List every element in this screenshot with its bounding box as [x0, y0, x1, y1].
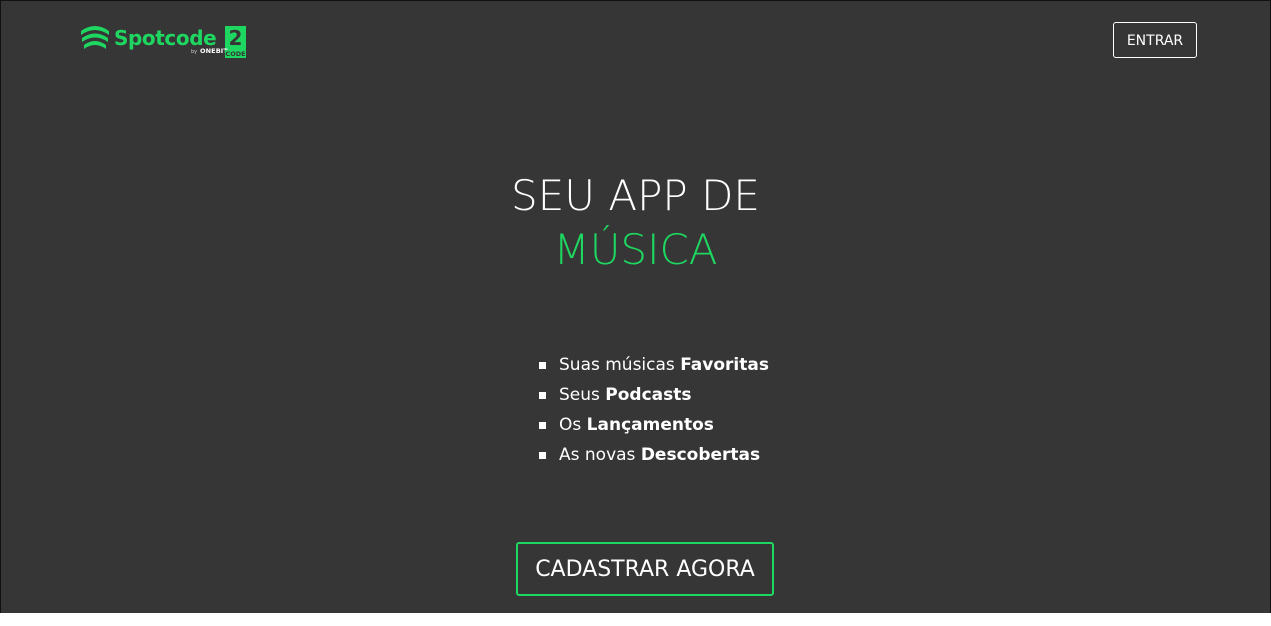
feature-item: Suas músicas Favoritas: [539, 350, 769, 380]
logo-onebit: ONEBIT: [200, 47, 228, 55]
feature-item: As novas Descobertas: [539, 440, 769, 470]
feature-text: As novas: [559, 445, 641, 465]
spotify-waves-icon: [81, 26, 109, 49]
square-bullet-icon: [539, 422, 546, 429]
hero-heading: SEU APP DE MÚSICA: [1, 169, 1270, 277]
login-button[interactable]: ENTRAR: [1113, 22, 1197, 58]
feature-list: Suas músicas Favoritas Seus Podcasts Os …: [539, 350, 769, 470]
square-bullet-icon: [539, 452, 546, 459]
feature-text: Seus: [559, 385, 606, 405]
feature-item: Os Lançamentos: [539, 410, 769, 440]
logo-code: CODE: [225, 50, 246, 58]
spotcode-logo[interactable]: Spotcode 2 by ONEBIT CODE: [79, 21, 249, 61]
square-bullet-icon: [539, 392, 546, 399]
feature-text: Os: [559, 415, 587, 435]
feature-item: Seus Podcasts: [539, 380, 769, 410]
square-bullet-icon: [539, 362, 546, 369]
signup-button[interactable]: CADASTRAR AGORA: [516, 542, 774, 596]
feature-highlight: Podcasts: [605, 385, 692, 405]
hero-title-line2: MÚSICA: [553, 225, 718, 274]
logo-number: 2: [225, 26, 246, 50]
feature-highlight: Descobertas: [640, 445, 761, 465]
logo-by: by: [191, 49, 198, 55]
landing-page: Spotcode 2 by ONEBIT CODE ENTRAR SEU APP…: [0, 0, 1271, 613]
feature-highlight: Lançamentos: [586, 415, 714, 435]
hero-title-line1: SEU APP DE: [511, 171, 760, 220]
feature-text: Suas músicas: [559, 355, 681, 375]
feature-highlight: Favoritas: [680, 355, 769, 375]
